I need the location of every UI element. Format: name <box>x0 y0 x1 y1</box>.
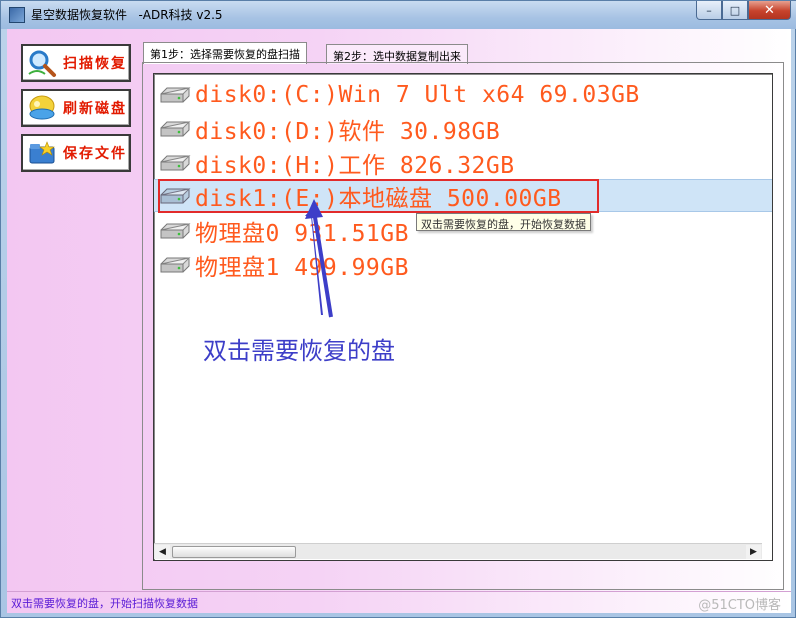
hard-disk-icon <box>159 118 191 140</box>
watermark: @51CTO博客 <box>698 598 781 613</box>
maximize-button[interactable]: □ <box>722 1 748 20</box>
tooltip: 双击需要恢复的盘，开始恢复数据 <box>416 213 591 231</box>
minimize-icon: – <box>706 3 712 17</box>
scan-recover-button[interactable]: 扫描恢复 <box>21 44 131 82</box>
window-controls: – □ ✕ <box>696 1 791 21</box>
hard-disk-icon <box>159 254 191 276</box>
list-item[interactable]: disk0:(H:)工作 826.32GB <box>154 146 772 179</box>
list-item[interactable]: 物理盘1 499.99GB <box>154 248 772 281</box>
app-window: 星空数据恢复软件 -ADR科技 v2.5 – □ ✕ 扫描恢复 刷新磁盘 保存文… <box>0 0 796 618</box>
disk-list[interactable]: disk0:(C:)Win 7 Ult x64 69.03GB disk0:(D… <box>153 73 773 561</box>
disk-label: disk0:(D:)软件 30.98GB <box>195 118 501 145</box>
hard-disk-icon <box>159 84 191 106</box>
app-icon <box>9 7 25 23</box>
disk-label: disk0:(C:)Win 7 Ult x64 69.03GB <box>195 81 640 108</box>
horizontal-scrollbar[interactable]: ◀ ▶ <box>154 543 762 559</box>
scan-recover-label: 扫描恢复 <box>63 56 127 72</box>
hard-disk-icon <box>159 220 191 242</box>
list-item[interactable]: disk0:(C:)Win 7 Ult x64 69.03GB <box>154 78 772 111</box>
disk-label: 物理盘1 499.99GB <box>195 254 409 281</box>
magnifier-icon <box>27 48 57 78</box>
refresh-disk-icon <box>27 93 57 123</box>
annotation-text: 双击需要恢复的盘 <box>203 337 395 365</box>
maximize-icon: □ <box>729 3 741 17</box>
window-title: 星空数据恢复软件 -ADR科技 v2.5 <box>31 8 223 22</box>
highlight-box <box>158 179 599 213</box>
minimize-button[interactable]: – <box>696 1 722 20</box>
list-item[interactable]: disk0:(D:)软件 30.98GB <box>154 112 772 145</box>
disk-label: disk0:(H:)工作 826.32GB <box>195 152 515 179</box>
scroll-left-icon[interactable]: ◀ <box>155 545 170 559</box>
scrollbar-thumb[interactable] <box>172 546 296 558</box>
refresh-disk-button[interactable]: 刷新磁盘 <box>21 89 131 127</box>
save-folder-icon <box>27 138 57 168</box>
close-button[interactable]: ✕ <box>748 1 791 20</box>
disk-label: 物理盘0 931.51GB <box>195 220 409 247</box>
save-files-label: 保存文件 <box>63 146 127 162</box>
hard-disk-icon <box>159 152 191 174</box>
tab-step1[interactable]: 第1步：选择需要恢复的盘扫描 <box>143 42 307 64</box>
tab-step2[interactable]: 第2步：选中数据复制出来 <box>326 44 468 64</box>
scroll-right-icon[interactable]: ▶ <box>746 545 761 559</box>
refresh-disk-label: 刷新磁盘 <box>63 101 127 117</box>
save-files-button[interactable]: 保存文件 <box>21 134 131 172</box>
title-bar[interactable]: 星空数据恢复软件 -ADR科技 v2.5 – □ ✕ <box>1 1 796 29</box>
status-text: 双击需要恢复的盘，开始扫描恢复数据 <box>11 597 198 610</box>
close-icon: ✕ <box>764 2 775 18</box>
status-bar: 双击需要恢复的盘，开始扫描恢复数据 @51CTO博客 <box>7 591 791 613</box>
